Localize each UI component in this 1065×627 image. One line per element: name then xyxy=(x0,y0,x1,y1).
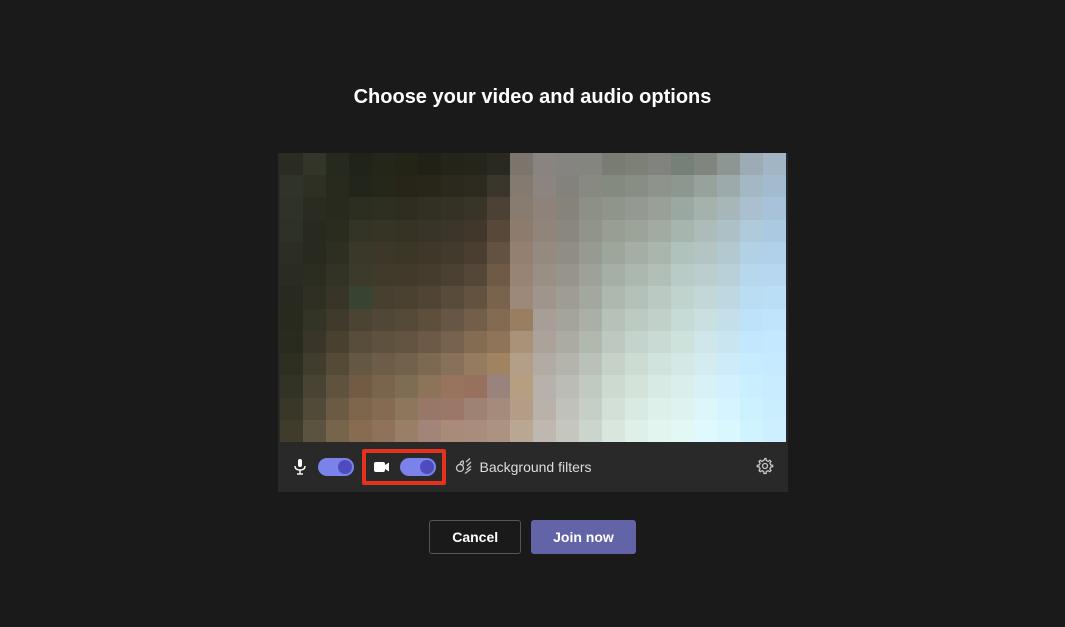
background-filters-icon xyxy=(454,458,472,476)
microphone-toggle[interactable] xyxy=(318,458,354,476)
microphone-icon xyxy=(290,457,310,477)
video-preview xyxy=(280,153,786,442)
camera-toggle-highlight xyxy=(362,449,446,485)
prejoin-panel: Background filters xyxy=(278,153,788,492)
cancel-button[interactable]: Cancel xyxy=(429,520,521,554)
settings-icon[interactable] xyxy=(756,457,776,477)
page-title: Choose your video and audio options xyxy=(354,86,712,109)
action-buttons: Cancel Join now xyxy=(429,520,636,554)
camera-icon xyxy=(372,457,392,477)
join-now-button[interactable]: Join now xyxy=(531,520,636,554)
camera-toggle[interactable] xyxy=(400,458,436,476)
controls-bar: Background filters xyxy=(278,442,788,492)
background-filters-label[interactable]: Background filters xyxy=(480,459,592,475)
